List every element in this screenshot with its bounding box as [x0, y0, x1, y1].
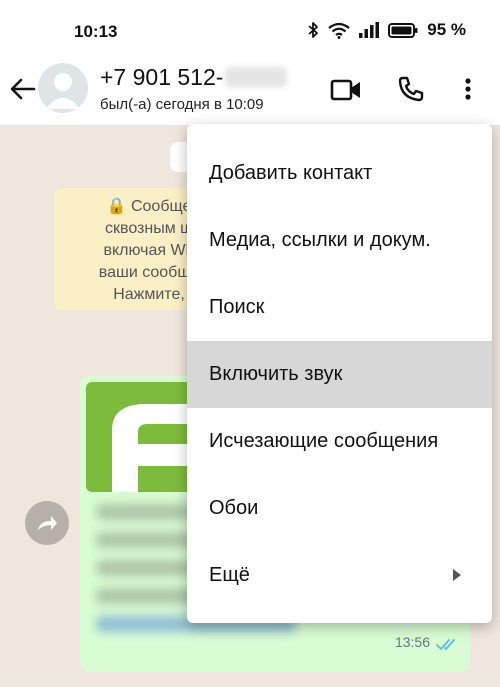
- bluetooth-icon: [308, 22, 319, 38]
- wifi-icon: [328, 22, 350, 39]
- battery-icon: [388, 22, 418, 38]
- status-icons: 95 %: [307, 20, 466, 40]
- contact-name[interactable]: +7 901 512-: [100, 64, 288, 91]
- menu-item-media-links-docs[interactable]: Медиа, ссылки и докум.: [187, 207, 492, 274]
- redacted-digits: [225, 67, 288, 87]
- more-vertical-icon[interactable]: [458, 74, 478, 104]
- menu-item-more[interactable]: Ещё: [187, 542, 492, 609]
- menu-item-disappearing-messages[interactable]: Исчезающие сообщения: [187, 408, 492, 475]
- message-time: 13:56: [394, 634, 430, 650]
- status-bar: 10:13 95 %: [0, 0, 500, 60]
- avatar[interactable]: [38, 63, 88, 113]
- contact-phone: +7 901 512-: [100, 64, 224, 90]
- back-arrow-icon[interactable]: [8, 74, 38, 104]
- double-check-icon: [436, 639, 455, 650]
- menu-item-search[interactable]: Поиск: [187, 274, 492, 341]
- menu-item-wallpaper[interactable]: Обои: [187, 475, 492, 542]
- last-seen-status: был(-а) сегодня в 10:09: [100, 96, 264, 113]
- forward-icon: [38, 516, 57, 530]
- chevron-right-icon: [453, 569, 461, 581]
- chat-header: +7 901 512- был(-а) сегодня в 10:09: [0, 60, 500, 126]
- video-camera-icon[interactable]: [330, 78, 362, 102]
- menu-item-unmute[interactable]: Включить звук: [187, 341, 492, 408]
- phone-icon[interactable]: [397, 75, 425, 103]
- battery-percent: 95 %: [427, 20, 466, 39]
- menu-item-add-contact[interactable]: Добавить контакт: [187, 140, 492, 207]
- status-time: 10:13: [74, 22, 118, 41]
- overflow-menu: Добавить контакт Медиа, ссылки и докум. …: [187, 124, 492, 623]
- menu-item-more-label: Ещё: [209, 564, 250, 586]
- signal-icon: [359, 22, 380, 38]
- forward-button[interactable]: [25, 501, 69, 545]
- avatar-icon: [46, 73, 80, 109]
